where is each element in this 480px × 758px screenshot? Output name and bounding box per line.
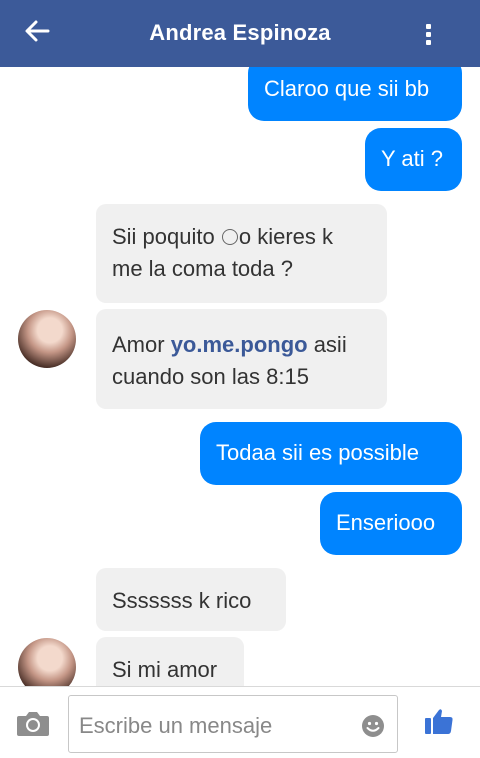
message-bubble-outgoing: Enseriooo	[320, 492, 462, 555]
message-bubble-outgoing: Claroo que sii bb	[248, 67, 462, 121]
message-text: Sssssss k rico	[112, 588, 252, 613]
message-input[interactable]: Escribe un mensaje	[68, 695, 398, 753]
message-thread: Claroo que sii bb Y ati ? Sii poquito o …	[0, 67, 480, 686]
message-text: cuando son las 8:15	[112, 364, 309, 389]
message-text: me la coma toda ?	[112, 256, 293, 281]
message-input-placeholder: Escribe un mensaje	[79, 713, 273, 738]
message-text: Todaa sii es possible	[216, 440, 420, 465]
message-link[interactable]: yo.me.pongo	[171, 332, 308, 357]
message-bubble-incoming: Sii poquito o kieres k me la coma toda ?	[96, 204, 387, 303]
thumbs-up-icon[interactable]	[424, 707, 454, 735]
message-text: Si mi amor	[112, 657, 218, 682]
message-text: Amor	[112, 332, 171, 357]
message-bubble-outgoing: Y ati ?	[365, 128, 462, 191]
message-text: Enseriooo	[336, 510, 436, 535]
message-bubble-outgoing: Todaa sii es possible	[200, 422, 462, 485]
smile-emoji-icon	[221, 229, 238, 245]
message-bubble-incoming: Amor yo.me.pongo asii cuando son las 8:1…	[96, 309, 387, 409]
emoji-icon[interactable]	[361, 714, 385, 738]
avatar[interactable]	[18, 310, 76, 368]
message-text: Claroo que sii bb	[264, 76, 430, 101]
message-text: o kieres k	[238, 224, 334, 249]
conversation-header: Andrea Espinoza	[0, 0, 480, 67]
avatar[interactable]	[18, 638, 76, 686]
message-text: Sii poquito	[112, 224, 221, 249]
message-text: asii	[307, 332, 347, 357]
message-bubble-incoming: Sssssss k rico	[96, 568, 286, 631]
more-vertical-icon[interactable]	[424, 24, 432, 50]
message-composer: Escribe un mensaje	[0, 686, 480, 758]
message-bubble-incoming: Si mi amor	[96, 637, 244, 686]
camera-icon[interactable]	[16, 709, 50, 737]
message-text: Y ati ?	[381, 146, 443, 171]
conversation-title: Andrea Espinoza	[149, 20, 331, 45]
